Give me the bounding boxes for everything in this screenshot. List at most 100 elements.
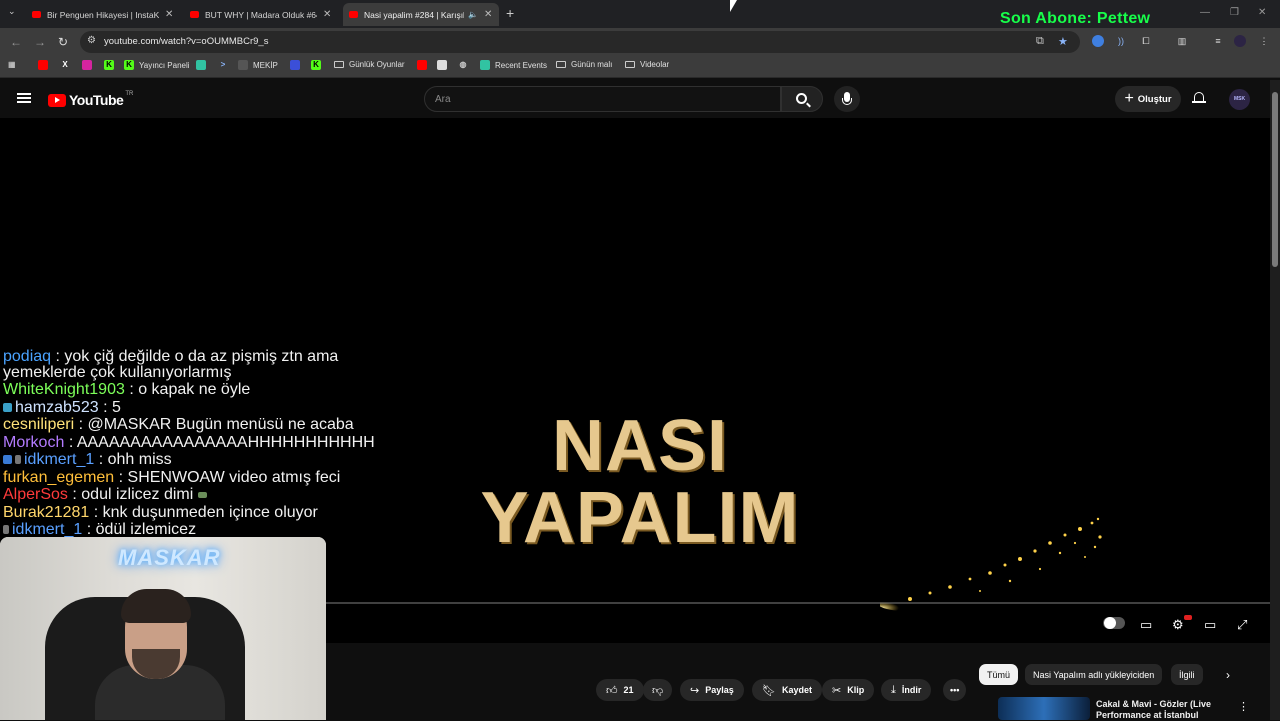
maximize-icon[interactable]: ❐: [1230, 7, 1239, 18]
settings-gear-icon[interactable]: ⚙: [1172, 617, 1184, 633]
minimize-icon[interactable]: —: [1200, 7, 1210, 18]
menu-dots-icon[interactable]: ⋮: [1258, 35, 1270, 47]
create-label: Oluştur: [1137, 93, 1172, 105]
theater-mode-icon[interactable]: ▭: [1204, 617, 1216, 633]
subtitles-icon[interactable]: ▭: [1140, 617, 1152, 633]
more-vert-icon[interactable]: ⋮: [1238, 700, 1249, 713]
tab-2[interactable]: BUT WHY | Madara Olduk #64 | ✕: [184, 3, 340, 26]
recommendation-thumbnail[interactable]: [998, 697, 1090, 720]
chip-related[interactable]: İlgili: [1171, 664, 1203, 685]
like-count: 21: [623, 685, 634, 695]
youtube-icon: [417, 60, 427, 70]
chat-line: furkan_egemen : SHENWOAW video atmış fec…: [3, 469, 341, 486]
youtube-logo[interactable]: YouTube TR: [48, 91, 133, 108]
like-button[interactable]: 👍︎ 21: [596, 679, 644, 701]
youtube-play-icon: [48, 93, 66, 107]
bookmark-kick[interactable]: K: [104, 60, 119, 70]
bookmark-discord[interactable]: [290, 60, 305, 70]
chat-line: hamzab523 : 5: [3, 399, 121, 417]
search-input[interactable]: Ara: [424, 86, 781, 112]
tab-search-icon[interactable]: ⌄: [8, 6, 16, 17]
bookmark-photo[interactable]: [437, 60, 452, 70]
streamer-webcam: MASKAR: [0, 537, 326, 720]
recommendation-title[interactable]: Cakal & Mavi - Gözler (Live Performance …: [1096, 699, 1226, 721]
bookmark-folder-videolar[interactable]: Videolar: [625, 60, 669, 69]
bookmark-folder-gunun-mali[interactable]: Günün malı: [556, 60, 612, 69]
autoplay-toggle[interactable]: [1103, 617, 1125, 629]
chip-all[interactable]: Tümü: [979, 664, 1019, 685]
url-text[interactable]: youtube.com/watch?v=oOUMMBCr9_s: [104, 36, 268, 47]
chevron-right-icon[interactable]: ›: [1226, 668, 1230, 682]
dislike-button[interactable]: 👎︎: [643, 679, 673, 701]
notifications-bell-icon[interactable]: [1192, 91, 1206, 105]
bookmark-yayinci-paneli[interactable]: K Yayıncı Paneli: [124, 60, 190, 70]
speaker-icon[interactable]: 🔈: [468, 10, 478, 19]
profile-icon[interactable]: [1234, 35, 1246, 47]
bookmark-globe[interactable]: ◍: [458, 60, 473, 70]
bookmark-recent-events[interactable]: Recent Events: [480, 60, 547, 70]
omnibox[interactable]: ⚙ youtube.com/watch?v=oOUMMBCr9_s ⧉ ★: [80, 31, 1080, 53]
bookmarks-bar: ▦ X K K Yayıncı Paneli > MEKİP K Günlük O…: [0, 56, 1280, 78]
bookmark-label: Yayıncı Paneli: [139, 60, 190, 70]
extension-sound-icon[interactable]: )): [1115, 35, 1127, 47]
new-tab-icon[interactable]: +: [506, 5, 514, 21]
bookmark-youtube-2[interactable]: [417, 60, 432, 70]
bookmark-folder-gunluk-oyunlar[interactable]: Günlük Oyunlar: [334, 60, 405, 69]
hd-badge: [1184, 615, 1192, 620]
chat-badge-icon: [15, 455, 21, 465]
save-button[interactable]: 🔖︎ Kaydet: [752, 679, 822, 701]
bookmark-x[interactable]: X: [60, 60, 75, 70]
share-button[interactable]: ↪ Paylaş: [680, 679, 744, 701]
share-icon: ↪: [690, 684, 700, 697]
tab-close-icon[interactable]: ✕: [323, 9, 331, 20]
avatar[interactable]: MSK: [1229, 89, 1250, 110]
apps-grid-icon[interactable]: ▦: [8, 60, 16, 69]
bookmark-instagram[interactable]: [82, 60, 97, 70]
extension-icon[interactable]: [1092, 35, 1104, 47]
back-icon[interactable]: ←: [10, 35, 22, 49]
voice-search-button[interactable]: [834, 86, 860, 112]
mouse-cursor-icon: [730, 0, 737, 12]
progress-bar[interactable]: [326, 602, 1270, 604]
search-button[interactable]: [781, 86, 823, 112]
bookmark-label: Recent Events: [495, 60, 548, 70]
download-button[interactable]: ⤓ İndir: [881, 679, 932, 701]
kick-icon: K: [104, 60, 114, 70]
forward-icon[interactable]: →: [34, 35, 46, 49]
youtube-header: YouTube TR Ara + Oluştur MSK: [0, 80, 1270, 118]
scrollbar-thumb[interactable]: [1272, 92, 1278, 267]
clip-button[interactable]: ✂ Klip: [822, 679, 875, 701]
last-subscriber-overlay: Son Abone: Pettew: [1000, 10, 1151, 27]
thumbs-down-icon: 👎︎: [652, 684, 664, 697]
chat-badge-icon: [3, 525, 9, 535]
bookmark-kick-2[interactable]: K: [311, 60, 326, 70]
fullscreen-icon[interactable]: ⤢: [1237, 617, 1247, 633]
tab-1[interactable]: Bir Penguen Hikayesi | InstaKar ✕: [26, 3, 182, 26]
site-info-icon[interactable]: ⚙: [87, 35, 96, 46]
x-icon: X: [62, 60, 68, 69]
video-title-art: NASI YAPALIM: [470, 410, 810, 554]
create-button[interactable]: + Oluştur: [1115, 86, 1181, 112]
bookmark-star-icon[interactable]: ★: [1058, 35, 1068, 48]
tab-close-icon[interactable]: ✕: [484, 9, 492, 20]
bookmark-youtube[interactable]: [38, 60, 53, 70]
install-app-icon[interactable]: ⧉: [1036, 35, 1044, 48]
bookmark-streamlabs[interactable]: [196, 60, 211, 70]
tab-3-active[interactable]: Nasi yapalim #284 | Karışık 🔈 ✕: [343, 3, 499, 26]
extensions-puzzle-icon[interactable]: ⧠: [1140, 35, 1152, 47]
page-scrollbar[interactable]: [1270, 80, 1280, 720]
bookmark-terminal[interactable]: >: [218, 60, 233, 70]
reload-icon[interactable]: ↻: [58, 35, 68, 49]
close-window-icon[interactable]: ✕: [1258, 7, 1266, 18]
download-icon: ⤓: [891, 683, 896, 696]
folder-icon: [625, 61, 635, 68]
side-panel-icon[interactable]: ▥: [1176, 35, 1188, 47]
media-control-icon[interactable]: ≡: [1212, 35, 1224, 47]
tab-title: Nasi yapalim #284 | Karışık: [364, 9, 464, 20]
scissors-icon: ✂: [832, 684, 842, 697]
tab-close-icon[interactable]: ✕: [165, 9, 173, 20]
chat-badge-icon: [3, 403, 12, 413]
hamburger-menu-icon[interactable]: [17, 93, 31, 103]
bookmark-mekip[interactable]: MEKİP: [238, 60, 278, 70]
chip-from-uploader[interactable]: Nasi Yapalım adlı yükleyiciden: [1025, 664, 1163, 685]
